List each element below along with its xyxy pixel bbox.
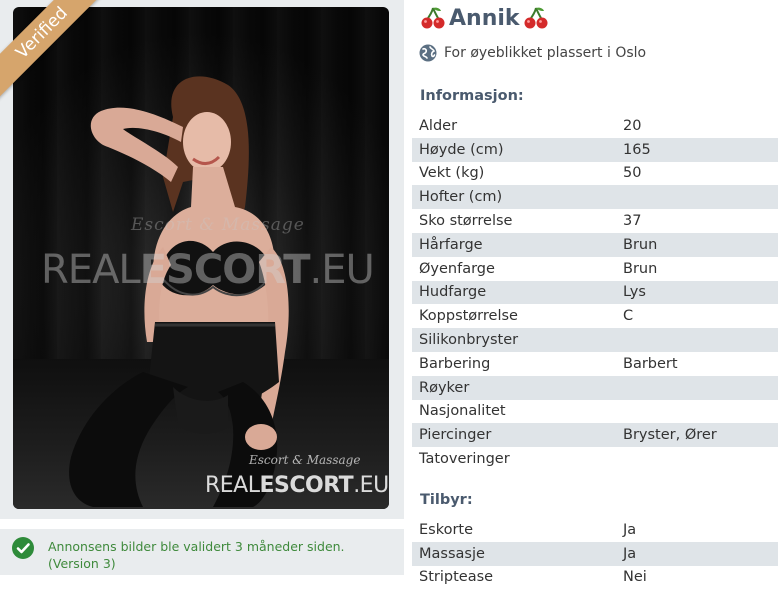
watermark-logo: REALESCORT.EU bbox=[41, 247, 375, 293]
offer-value: Nei bbox=[623, 569, 647, 586]
table-row: Silikonbryster bbox=[412, 328, 778, 352]
validation-message: Annonsens bilder ble validert 3 måneder … bbox=[48, 539, 345, 554]
table-row: Massasje Ja bbox=[412, 541, 778, 566]
offer-key: Eskorte bbox=[419, 521, 474, 538]
table-row: Tatoveringer bbox=[412, 447, 778, 471]
info-key: Silikonbryster bbox=[419, 332, 519, 349]
table-row: Nasjonalitet bbox=[412, 400, 778, 424]
offer-value: Ja bbox=[623, 521, 637, 538]
validation-version: (Version 3) bbox=[48, 556, 116, 571]
info-key: Koppstørrelse bbox=[419, 308, 518, 325]
info-value: Bryster, Ører bbox=[623, 427, 717, 444]
info-value: 50 bbox=[623, 165, 642, 182]
table-row: Hofter (cm) bbox=[412, 185, 778, 210]
info-value: 165 bbox=[623, 141, 651, 158]
table-row: Striptease Nei bbox=[412, 566, 778, 589]
info-section-title: Informasjon: bbox=[420, 88, 524, 104]
offers-section-title: Tilbyr: bbox=[420, 492, 473, 508]
table-row: Eskorte Ja bbox=[412, 518, 778, 542]
info-value: C bbox=[623, 308, 634, 325]
info-key: Tatoveringer bbox=[419, 451, 510, 468]
info-key: Nasjonalitet bbox=[419, 403, 506, 420]
location-row: For øyeblikket plassert i Oslo bbox=[419, 44, 646, 62]
location-text: For øyeblikket plassert i Oslo bbox=[444, 45, 647, 61]
watermark-logo-small: REALESCORT.EU bbox=[205, 473, 389, 498]
table-row: Øyenfarge Brun bbox=[412, 257, 778, 281]
profile-header: Annik bbox=[420, 3, 549, 33]
profile-name: Annik bbox=[449, 5, 520, 31]
info-value: 37 bbox=[623, 213, 642, 230]
info-key: Sko størrelse bbox=[419, 213, 513, 230]
watermark-script: Escort & Massage bbox=[131, 215, 305, 235]
check-circle-icon bbox=[12, 537, 34, 559]
offer-key: Massasje bbox=[419, 545, 485, 562]
offer-key: Striptease bbox=[419, 569, 494, 586]
profile-photo[interactable]: Escort & Massage REALESCORT.EU Escort & … bbox=[13, 7, 389, 509]
watermark-script-small: Escort & Massage bbox=[249, 453, 361, 467]
validation-notice: Annonsens bilder ble validert 3 måneder … bbox=[0, 529, 404, 575]
info-value: 20 bbox=[623, 117, 642, 134]
info-key: Hudfarge bbox=[419, 284, 487, 301]
table-row: Koppstørrelse C bbox=[412, 304, 778, 328]
table-row: Hårfarge Brun bbox=[412, 232, 778, 257]
info-key: Øyenfarge bbox=[419, 260, 495, 277]
table-row: Hudfarge Lys bbox=[412, 280, 778, 305]
cherry-icon bbox=[523, 5, 549, 31]
table-row: Høyde (cm) 165 bbox=[412, 137, 778, 162]
offer-value: Ja bbox=[623, 545, 637, 562]
offers-table: Eskorte Ja Massasje Ja Striptease Nei bbox=[412, 518, 778, 589]
info-value: Brun bbox=[623, 260, 658, 277]
info-key: Røyker bbox=[419, 379, 470, 396]
info-key: Høyde (cm) bbox=[419, 141, 504, 158]
table-row: Alder 20 bbox=[412, 114, 778, 138]
info-key: Barbering bbox=[419, 355, 491, 372]
table-row: Røyker bbox=[412, 375, 778, 400]
info-value: Lys bbox=[623, 284, 646, 301]
cherry-icon bbox=[420, 5, 446, 31]
info-key: Hårfarge bbox=[419, 236, 483, 253]
table-row: Piercinger Bryster, Ører bbox=[412, 423, 778, 448]
info-value: Barbert bbox=[623, 355, 678, 372]
info-table: Alder 20 Høyde (cm) 165 Vekt (kg) 50 Hofter… bbox=[412, 114, 778, 471]
photo-panel: Escort & Massage REALESCORT.EU Escort & … bbox=[0, 0, 404, 519]
info-key: Vekt (kg) bbox=[419, 165, 485, 182]
globe-icon bbox=[419, 44, 437, 62]
table-row: Barbering Barbert bbox=[412, 352, 778, 376]
info-value: Brun bbox=[623, 236, 658, 253]
info-key: Piercinger bbox=[419, 427, 492, 444]
info-key: Alder bbox=[419, 117, 458, 134]
table-row: Vekt (kg) 50 bbox=[412, 162, 778, 186]
info-key: Hofter (cm) bbox=[419, 189, 503, 206]
table-row: Sko størrelse 37 bbox=[412, 209, 778, 233]
